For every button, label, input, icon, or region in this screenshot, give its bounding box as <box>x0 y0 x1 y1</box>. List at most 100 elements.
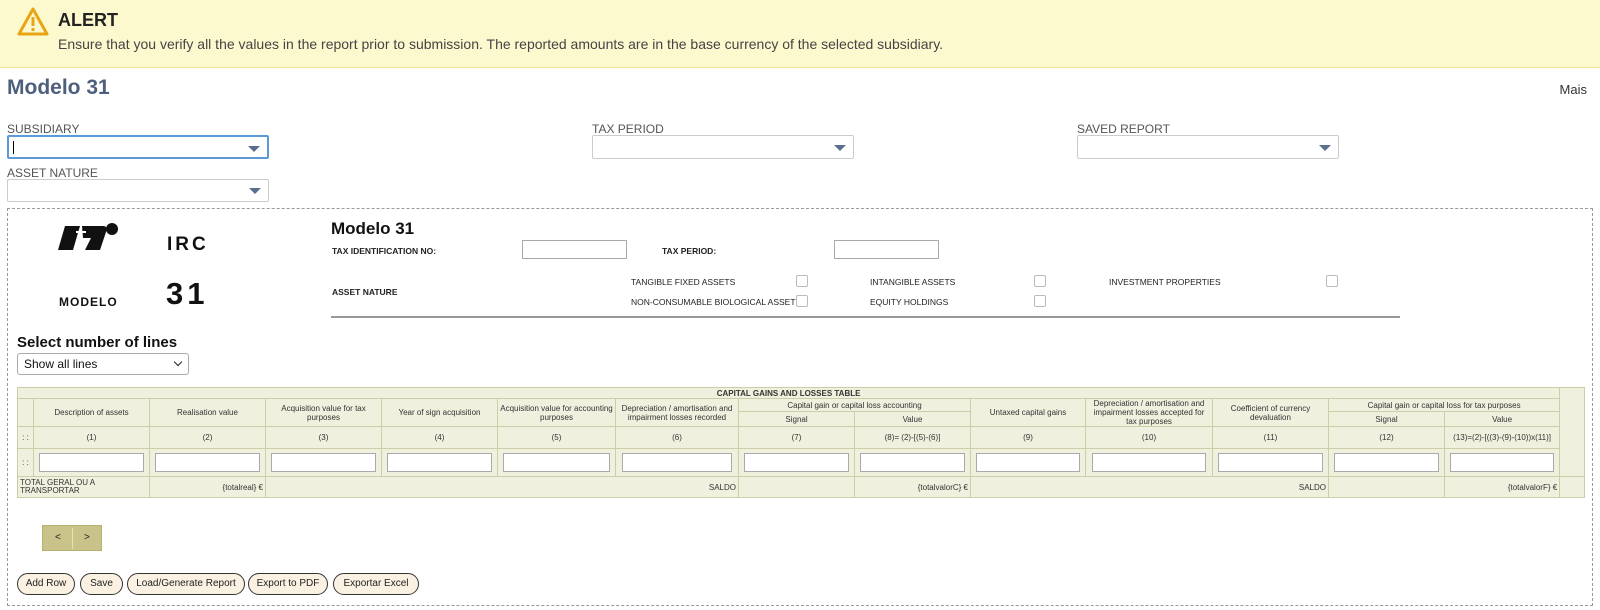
cell-input[interactable] <box>503 453 610 472</box>
export-pdf-button[interactable]: Export to PDF <box>248 573 328 595</box>
col-header-acq-tax: Acquisition value for tax purposes <box>265 398 382 427</box>
checkbox-label-tangible: TANGIBLE FIXED ASSETS <box>631 277 736 287</box>
prev-page-button[interactable]: < <box>55 532 61 543</box>
form-logo-text: IRC <box>167 234 209 255</box>
alert-title: ALERT <box>58 10 118 30</box>
col-header-value: Value <box>854 411 971 427</box>
col-num: (8)= (2)-[(5)-(6)] <box>854 426 971 449</box>
cell-input[interactable] <box>1334 453 1439 472</box>
col-num: (12) <box>1328 426 1445 449</box>
saldo-2: SALDO <box>970 476 1329 498</box>
checkbox-biological[interactable] <box>796 295 808 307</box>
alert-message: Ensure that you verify all the values in… <box>58 36 944 52</box>
warning-icon <box>17 7 49 36</box>
checkbox-label-intangible: INTANGIBLE ASSETS <box>870 277 956 287</box>
asset-nature-label: ASSET NATURE <box>7 166 98 180</box>
checkbox-label-equity: EQUITY HOLDINGS <box>870 297 949 307</box>
cell-input[interactable] <box>621 453 733 472</box>
chevron-down-icon <box>173 357 183 367</box>
table-row: : : X <box>17 448 1585 477</box>
dropdown-caret-icon <box>1319 145 1331 151</box>
cell-input[interactable] <box>387 453 492 472</box>
modelo-number: 31 <box>166 276 209 311</box>
checkbox-label-investment: INVESTMENT PROPERTIES <box>1109 277 1221 287</box>
col-header-signal: Signal <box>738 411 855 427</box>
next-page-button[interactable]: > <box>84 532 90 543</box>
row-mark: : : <box>17 426 34 449</box>
export-excel-button[interactable]: Exportar Excel <box>333 573 419 595</box>
col-num: (4) <box>381 426 498 449</box>
checkbox-intangible[interactable] <box>1034 275 1046 287</box>
saved-report-select[interactable] <box>1077 135 1339 159</box>
total-valor-c: {totalvalorC} € <box>854 476 971 498</box>
table-title: CAPITAL GAINS AND LOSSES TABLE <box>16 387 1561 399</box>
asset-nature-select[interactable] <box>7 179 269 202</box>
pager: < > <box>42 525 102 551</box>
form-title: Modelo 31 <box>331 219 415 238</box>
col-header-year: Year of sign acquisition <box>381 398 498 427</box>
col-header-value-tax: Value <box>1443 411 1561 427</box>
checkbox-tangible[interactable] <box>796 275 808 287</box>
cell-input[interactable] <box>976 453 1080 472</box>
page-title: Modelo 31 <box>7 76 110 99</box>
col-header-untaxed: Untaxed capital gains <box>970 398 1086 427</box>
subsidiary-label: SUBSIDIARY <box>7 122 80 136</box>
cell-input[interactable] <box>271 453 376 472</box>
col-header-acq-acc: Acquisition value for accounting purpose… <box>497 398 616 427</box>
lines-select[interactable]: Show all lines <box>17 353 189 375</box>
pager-divider <box>72 528 73 549</box>
col-num: (13)=(2)-[((3)-(9)-(10))x(11)] <box>1443 426 1561 449</box>
col-header-description: Description of assets <box>33 398 150 427</box>
cell-input[interactable] <box>1218 453 1323 472</box>
cell-input[interactable] <box>155 453 260 472</box>
dropdown-caret-icon <box>248 146 260 152</box>
checkbox-equity[interactable] <box>1034 295 1046 307</box>
cell-input[interactable] <box>860 453 965 472</box>
col-header-depr: Depreciation / amortisation and impairme… <box>615 398 739 427</box>
row-mark: : : <box>17 448 34 477</box>
col-num: (3) <box>265 426 382 449</box>
col-num: (6) <box>615 426 739 449</box>
col-num: (5) <box>497 426 616 449</box>
col-num: (2) <box>149 426 266 449</box>
text-cursor <box>13 141 14 154</box>
lines-selected-value: Show all lines <box>24 357 98 371</box>
subsidiary-select[interactable] <box>7 135 269 159</box>
col-num: (9) <box>970 426 1086 449</box>
saved-report-label: SAVED REPORT <box>1077 122 1170 136</box>
col-header-realisation: Realisation value <box>149 398 266 427</box>
col-header-signal-tax: Signal <box>1328 411 1445 427</box>
form-asset-nature-label: ASSET NATURE <box>332 287 398 297</box>
form-divider <box>331 316 1400 318</box>
col-header-gain-acc: Capital gain or capital loss accounting <box>738 398 971 412</box>
total-real: {totalreal} € <box>149 476 266 498</box>
tax-id-input[interactable] <box>522 240 627 259</box>
cell-input[interactable] <box>1450 453 1554 472</box>
tax-period-label: TAX PERIOD <box>592 122 664 136</box>
capital-gains-table: CAPITAL GAINS AND LOSSES TABLE Descripti… <box>16 387 1586 498</box>
dropdown-caret-icon <box>834 145 846 151</box>
col-num: (1) <box>33 426 150 449</box>
cell-input[interactable] <box>744 453 849 472</box>
tax-id-label: TAX IDENTIFICATION NO: <box>332 246 437 256</box>
add-row-button[interactable]: Add Row <box>17 573 75 595</box>
total-valor-f: {totalvalorF} € <box>1443 476 1561 498</box>
save-button[interactable]: Save <box>80 573 123 595</box>
checkbox-investment[interactable] <box>1326 275 1338 287</box>
dropdown-caret-icon <box>249 188 261 194</box>
saldo-1: SALDO <box>265 476 739 498</box>
col-header-gain-tax: Capital gain or capital loss for tax pur… <box>1327 398 1561 412</box>
tax-period-select[interactable] <box>592 135 854 159</box>
col-num: (7) <box>738 426 855 449</box>
cell-input[interactable] <box>39 453 144 472</box>
col-header-depr-tax: Depreciation / amortisation and impairme… <box>1085 398 1213 427</box>
alert-banner: ALERT Ensure that you verify all the val… <box>0 0 1600 68</box>
cell-input[interactable] <box>1091 453 1207 472</box>
irc-logo-icon <box>58 223 118 250</box>
form-tax-period-input[interactable] <box>834 240 939 259</box>
load-report-button[interactable]: Load/Generate Report <box>127 573 245 595</box>
more-link[interactable]: Mais <box>1560 82 1587 97</box>
col-num: (11) <box>1212 426 1329 449</box>
checkbox-label-biological: NON-CONSUMABLE BIOLOGICAL ASSETS <box>631 297 802 307</box>
modelo-label: MODELO <box>59 295 118 309</box>
